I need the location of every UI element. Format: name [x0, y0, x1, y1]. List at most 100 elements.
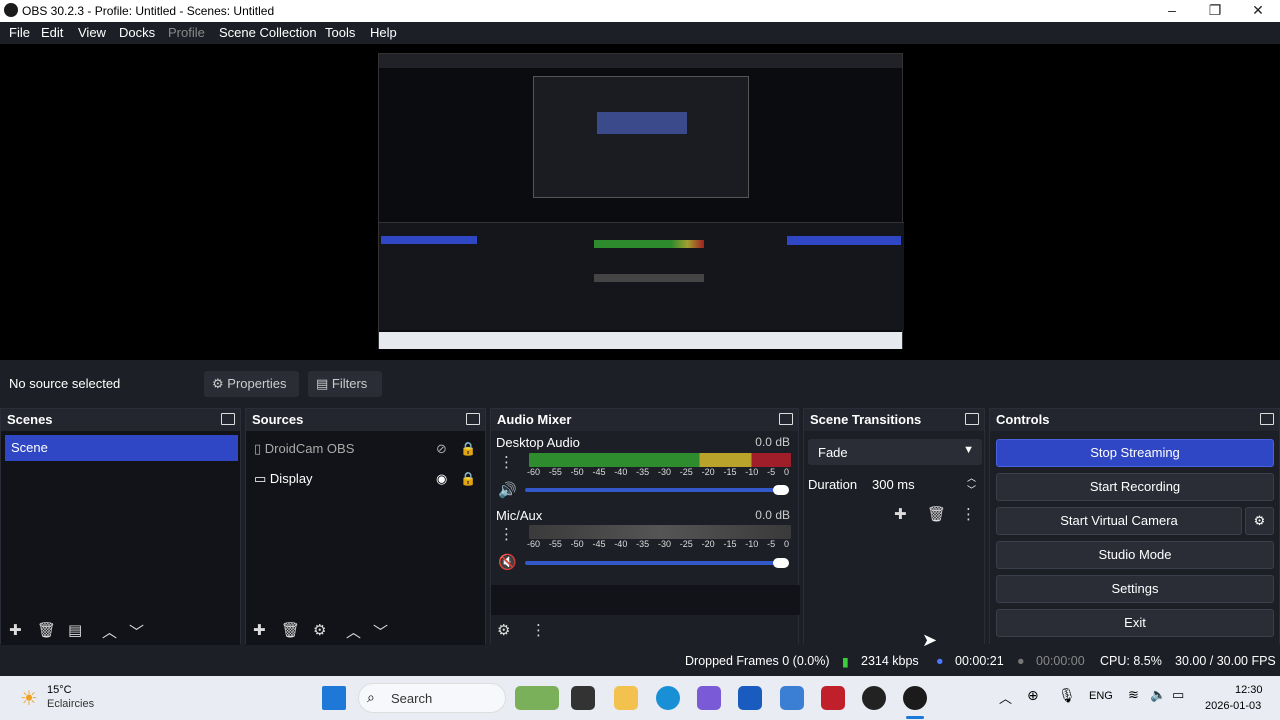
file-explorer-icon[interactable] — [614, 686, 638, 710]
eye-icon[interactable]: ◉ — [436, 471, 447, 487]
spin-down-icon[interactable]: ﹀ — [967, 483, 976, 496]
taskbar-search[interactable]: ⌕ Search — [358, 683, 506, 713]
obs-icon[interactable] — [903, 686, 927, 710]
weather-desc: Eclaircies — [47, 698, 95, 710]
gear-icon[interactable]: ⚙ — [497, 621, 510, 639]
menu-profile[interactable]: Profile — [168, 25, 205, 40]
audio-mixer-title: Audio Mixer — [497, 412, 572, 427]
taskbar: ☀ 15°C Eclaircies ⌕ Search ︿ ⊕ 🎙 ENG ≋ 🔈… — [0, 676, 1280, 720]
mic-aux-slider[interactable] — [525, 561, 787, 565]
kbps: 2314 kbps — [861, 654, 919, 668]
source-item-droidcam[interactable]: ▯ DroidCam OBS ⊘ 🔒 — [254, 441, 482, 463]
menu-view[interactable]: View — [78, 25, 106, 40]
chevron-down-icon[interactable]: ﹀ — [129, 621, 144, 642]
menu-help[interactable]: Help — [370, 25, 397, 40]
game-icon[interactable] — [515, 686, 559, 710]
undock-icon[interactable] — [965, 413, 979, 425]
add-icon[interactable]: ✚ — [894, 505, 907, 523]
desktop-audio-db: 0.0 dB — [755, 435, 790, 449]
kebab-menu-icon[interactable]: ⋮ — [499, 453, 514, 471]
language-indicator[interactable]: ENG — [1089, 690, 1113, 702]
undock-icon[interactable] — [779, 413, 793, 425]
chevron-up-icon[interactable]: ︿ — [999, 688, 1012, 707]
sources-title: Sources — [252, 412, 304, 427]
app-icon[interactable] — [780, 686, 804, 710]
desktop-audio-slider-knob[interactable] — [773, 485, 789, 495]
mixer-empty-area — [491, 585, 800, 615]
undock-icon[interactable] — [466, 413, 480, 425]
stop-streaming-button[interactable]: Stop Streaming — [996, 439, 1274, 467]
minimize-icon[interactable]: – — [1150, 0, 1194, 22]
chatgpt-icon[interactable] — [862, 686, 886, 710]
volume-icon[interactable]: 🔈 — [1150, 687, 1166, 703]
active-indicator — [906, 716, 924, 719]
chevron-down-icon[interactable]: ﹀ — [373, 621, 388, 642]
speaker-icon[interactable]: 🔊 — [498, 481, 517, 499]
undock-icon[interactable] — [1260, 413, 1274, 425]
mic-aux-meter — [529, 525, 791, 539]
desktop-audio-label: Desktop Audio — [496, 435, 580, 450]
mic-aux-slider-knob[interactable] — [773, 558, 789, 568]
menu-file[interactable]: File — [9, 25, 30, 40]
battery-icon[interactable]: ▭ — [1172, 687, 1184, 703]
kebab-menu-icon[interactable]: ⋮ — [531, 621, 546, 639]
wifi-icon[interactable]: ≋ — [1128, 687, 1139, 703]
filter-icon[interactable]: ▤ — [68, 621, 82, 639]
record-icon: ● — [1017, 654, 1025, 668]
kebab-menu-icon[interactable]: ⋮ — [499, 525, 514, 543]
menu-edit[interactable]: Edit — [41, 25, 63, 40]
desktop-audio-ticks: -60 -55 -50 -45 -40 -35 -30 -25 -20 -15 -10 -5 0 — [527, 467, 789, 477]
search-icon: ⌕ — [367, 689, 375, 705]
task-view-icon[interactable] — [571, 686, 595, 710]
exit-button[interactable]: Exit — [996, 609, 1274, 637]
clock-date[interactable]: 2026-01-03 — [1205, 700, 1261, 712]
lock-icon[interactable]: 🔒 — [460, 441, 476, 457]
app-icon[interactable] — [821, 686, 845, 710]
undock-icon[interactable] — [221, 413, 235, 425]
chevron-up-icon[interactable]: ︿ — [102, 621, 117, 642]
chevron-up-icon[interactable]: ︿ — [346, 621, 361, 642]
menu-tools[interactable]: Tools — [325, 25, 355, 40]
source-item-display[interactable]: ▭ Display ◉ 🔒 — [254, 471, 482, 493]
restore-icon[interactable]: ❐ — [1193, 0, 1237, 22]
settings-button[interactable]: Settings — [996, 575, 1274, 603]
desktop-audio-slider[interactable] — [525, 488, 787, 492]
trash-icon[interactable]: 🗑 — [281, 621, 300, 639]
studio-mode-button[interactable]: Studio Mode — [996, 541, 1274, 569]
m365-icon[interactable] — [697, 686, 721, 710]
microphone-icon[interactable]: 🎙 — [1058, 687, 1076, 704]
network-icon[interactable]: ⊕ — [1027, 687, 1039, 704]
transition-select[interactable]: Fade ▼ — [808, 439, 982, 465]
mic-aux-label: Mic/Aux — [496, 508, 543, 523]
trash-icon[interactable]: 🗑 — [927, 505, 946, 523]
add-icon[interactable]: ✚ — [9, 621, 22, 639]
eye-hidden-icon[interactable]: ⊘ — [436, 441, 447, 457]
start-recording-button[interactable]: Start Recording — [996, 473, 1274, 501]
lock-icon[interactable]: 🔒 — [460, 471, 476, 487]
controls-dock: Controls Stop Streaming Start Recording … — [989, 408, 1280, 645]
gear-icon[interactable]: ⚙ — [313, 621, 326, 639]
start-virtual-camera-button[interactable]: Start Virtual Camera — [996, 507, 1242, 535]
virtual-camera-settings-icon[interactable]: ⚙ — [1245, 507, 1274, 535]
add-icon[interactable]: ✚ — [253, 621, 266, 639]
sources-dock: Sources ▯ DroidCam OBS ⊘ 🔒 ▭ Display ◉ 🔒… — [245, 408, 486, 645]
edge-icon[interactable] — [656, 686, 680, 710]
menu-bar: File Edit View Docks Profile Scene Colle… — [0, 22, 1280, 44]
scene-item[interactable]: Scene — [5, 435, 238, 461]
clock-time[interactable]: 12:30 — [1235, 684, 1263, 696]
record-time: 00:00:00 — [1036, 654, 1085, 668]
start-icon[interactable] — [322, 686, 346, 710]
menu-docks[interactable]: Docks — [119, 25, 155, 40]
filters-icon: ▤ — [316, 376, 329, 391]
duration-input[interactable]: 300 ms ︿ ﹀ — [864, 471, 982, 497]
muted-speaker-icon[interactable]: 🔇 — [498, 553, 517, 571]
properties-button[interactable]: ⚙ Properties — [204, 371, 299, 397]
trash-icon[interactable]: 🗑 — [37, 621, 56, 639]
menu-scene-collection[interactable]: Scene Collection — [219, 25, 317, 40]
sources-header: Sources — [246, 409, 485, 431]
filters-button[interactable]: ▤ Filters — [308, 371, 382, 397]
kebab-menu-icon[interactable]: ⋮ — [961, 505, 976, 523]
close-icon[interactable]: ✕ — [1236, 0, 1280, 22]
store-icon[interactable] — [738, 686, 762, 710]
cpu-usage: CPU: 8.5% — [1100, 654, 1162, 668]
